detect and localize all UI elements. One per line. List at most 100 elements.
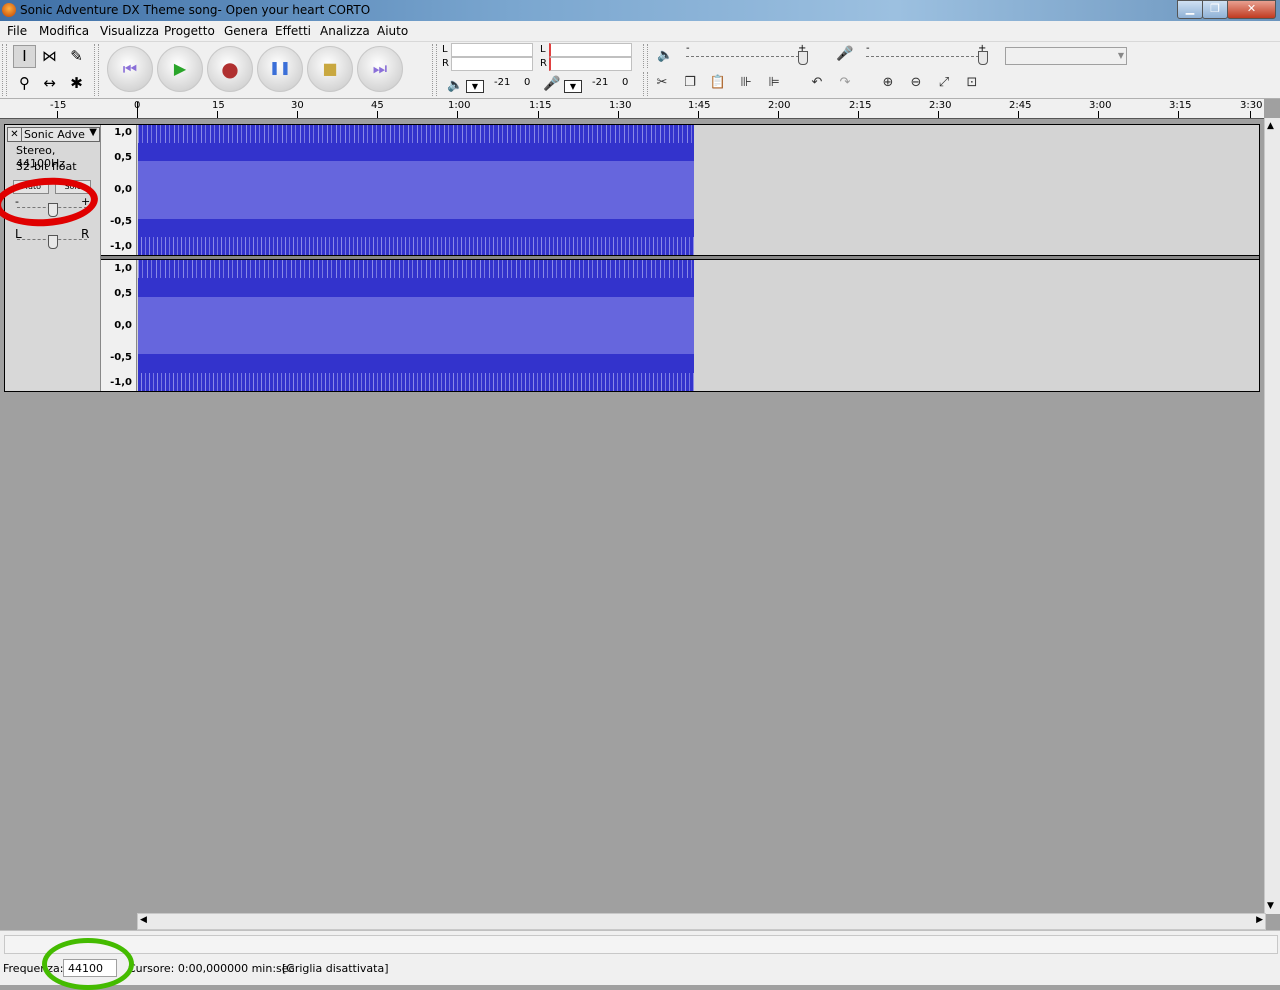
timeshift-tool-icon[interactable]: ↔ [38,72,61,95]
amplitude-label: 1,0 [114,127,132,138]
toolbar: I ⋈ ✎ ⚲ ↔ ✱ ⏮ ▶ ● ❚❚ ■ ⏭ L R 🔈 ▼ -21 0 L… [0,42,1280,99]
chevron-down-icon: ▼ [1117,51,1124,60]
ruler-tick [217,111,218,118]
track-sample-format: 32-bit float [16,160,77,173]
skip-to-end-button[interactable]: ⏭ [357,46,403,92]
waveform-rms [138,161,694,219]
play-icon: ▶ [173,59,187,78]
record-meter-right [549,57,632,71]
input-source-select[interactable]: ▼ [1005,47,1127,65]
output-volume-slider[interactable] [798,51,808,65]
scroll-right-icon[interactable]: ▶ [1256,915,1263,925]
track-close-icon[interactable]: ✕ [7,127,22,142]
maximize-button[interactable]: ❐ [1202,0,1228,19]
record-meter-left-label: L [540,44,546,55]
vertical-scrollbar[interactable]: ▲ ▼ [1264,118,1280,914]
draw-tool-icon[interactable]: ✎ [65,45,88,68]
record-meter-db-zero: 0 [622,77,629,88]
tools-toolbar-grip[interactable] [2,44,7,96]
scroll-down-icon[interactable]: ▼ [1267,901,1274,911]
ruler-tick [1018,111,1019,118]
zoom-out-icon[interactable]: ⊖ [905,72,927,94]
meter-toolbar-grip[interactable] [432,44,437,96]
ruler-label: 2:00 [768,100,791,111]
skip-to-start-button[interactable]: ⏮ [107,46,153,92]
ruler-tick [377,111,378,118]
amplitude-label: 0,5 [114,152,132,163]
amplitude-label: 0,0 [114,184,132,195]
amplitude-label: -0,5 [110,352,132,363]
minimize-button[interactable]: ▁ [1177,0,1203,19]
scroll-up-icon[interactable]: ▲ [1267,121,1274,131]
skip-end-icon: ⏭ [372,59,388,78]
menu-modifica[interactable]: Modifica [39,24,89,38]
stop-button[interactable]: ■ [307,46,353,92]
track-name-menu[interactable]: Sonic Adve ▼ [21,127,100,142]
waveform-peaks [138,372,694,391]
scroll-left-icon[interactable]: ◀ [140,915,147,925]
paste-icon[interactable]: 📋 [707,72,729,94]
record-icon: ● [221,57,239,81]
waveform-left-channel[interactable] [138,125,694,255]
horizontal-scrollbar[interactable]: ◀ ▶ [137,913,1266,930]
menu-file[interactable]: File [7,24,27,38]
ruler-label: 1:30 [609,100,632,111]
microphone-icon[interactable]: 🎤 [543,76,560,92]
waveform-right-channel[interactable] [138,260,694,391]
ruler-label: 2:30 [929,100,952,111]
audio-track[interactable]: ✕ Sonic Adve ▼ Stereo, 44100Hz 32-bit fl… [4,124,1260,392]
play-button[interactable]: ▶ [157,46,203,92]
menu-visualizza[interactable]: Visualizza [100,24,159,38]
undo-icon[interactable]: ↶ [806,72,828,94]
ruler-label: 1:00 [448,100,471,111]
menu-analizza[interactable]: Analizza [320,24,370,38]
title-bar: Sonic Adventure DX Theme song- Open your… [0,0,1280,21]
menu-progetto[interactable]: Progetto [164,24,215,38]
stop-icon: ■ [322,59,338,78]
multi-tool-icon[interactable]: ✱ [65,72,88,95]
amplitude-label: -0,5 [110,216,132,227]
pause-button[interactable]: ❚❚ [257,46,303,92]
mixer-toolbar-grip[interactable] [643,44,648,68]
green-annotation-circle [42,938,134,990]
close-button[interactable]: ✕ [1227,0,1276,19]
envelope-tool-icon[interactable]: ⋈ [38,45,61,68]
ruler-tick [57,111,58,118]
cut-icon[interactable]: ✂ [651,72,673,94]
play-meter-left [451,43,533,57]
redo-icon[interactable]: ↷ [834,72,856,94]
menu-genera[interactable]: Genera [224,24,268,38]
ruler-label: 1:15 [529,100,552,111]
speaker-icon[interactable]: 🔈 [447,78,463,93]
record-meter-menu-button[interactable]: ▼ [564,80,582,93]
play-meter-left-label: L [442,44,448,55]
input-volume-minus: - [866,43,870,54]
trim-icon[interactable]: ⊪ [735,72,757,94]
timeline-ruler[interactable]: -15 0 15 30 45 1:00 1:15 1:30 1:45 2:00 … [0,99,1264,119]
menu-aiuto[interactable]: Aiuto [377,24,408,38]
ruler-tick [1178,111,1179,118]
ruler-label: 45 [371,100,384,111]
edit-toolbar-grip[interactable] [643,72,648,96]
output-volume-track [686,56,804,57]
status-message-field [4,935,1278,954]
zoom-in-icon[interactable]: ⊕ [877,72,899,94]
record-button[interactable]: ● [207,46,253,92]
menu-effetti[interactable]: Effetti [275,24,311,38]
input-volume-slider[interactable] [978,51,988,65]
play-meter-menu-button[interactable]: ▼ [466,80,484,93]
ruler-tick [1250,111,1251,118]
ruler-label: 3:30 [1240,100,1263,111]
status-bar: Frequenza: 44100 Cursore: 0:00,000000 mi… [0,930,1280,985]
transport-toolbar-grip[interactable] [94,44,99,96]
zoom-tool-icon[interactable]: ⚲ [13,72,36,95]
silence-icon[interactable]: ⊫ [763,72,785,94]
pan-slider[interactable] [48,235,58,249]
amplitude-label: -1,0 [110,377,132,388]
ruler-label: 3:00 [1089,100,1112,111]
copy-icon[interactable]: ❐ [679,72,701,94]
ruler-tick [538,111,539,118]
fit-project-icon[interactable]: ⊡ [961,72,983,94]
selection-tool-icon[interactable]: I [13,45,36,68]
fit-selection-icon[interactable]: ⤢ [933,72,955,94]
